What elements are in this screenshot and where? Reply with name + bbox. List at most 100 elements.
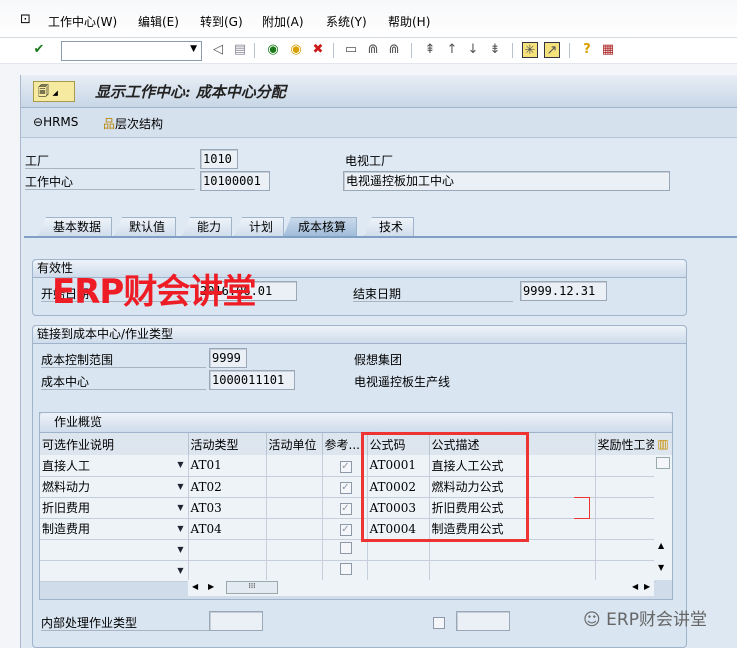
dropdown-icon[interactable]: ▼ xyxy=(177,482,183,491)
activity-type-cell[interactable] xyxy=(188,539,267,561)
dropdown-icon[interactable]: ▼ xyxy=(177,460,183,469)
menu-system[interactable]: 系统(Y) xyxy=(326,13,367,30)
activity-unit-cell[interactable] xyxy=(266,539,323,561)
scroll-right-icon[interactable]: ▶ xyxy=(208,582,214,591)
incentive-wage-cell[interactable] xyxy=(595,539,656,561)
activity-desc-cell[interactable]: 折旧费用 ▼ xyxy=(40,497,189,519)
scroll-up-icon[interactable]: ▲ xyxy=(658,541,664,550)
tab-costing[interactable]: 成本核算 xyxy=(283,217,358,237)
controlling-area-field[interactable]: 9999 xyxy=(209,348,247,368)
reference-checkbox[interactable]: ✓ xyxy=(339,503,352,515)
prev-page-icon[interactable]: ↑ xyxy=(444,42,460,58)
reference-checkbox[interactable]: ✓ xyxy=(339,460,352,473)
activity-unit-cell[interactable] xyxy=(266,560,323,582)
menu-button[interactable]: 🗐 ◢ xyxy=(33,81,75,102)
internal-checkbox[interactable] xyxy=(433,617,445,629)
activity-type-cell[interactable]: AT02 xyxy=(188,476,267,498)
column-config-icon[interactable]: ▥ xyxy=(654,433,672,455)
last-page-icon[interactable]: ⇟ xyxy=(487,42,503,58)
shortcut-icon[interactable]: ↗ xyxy=(544,42,560,58)
tab-technology[interactable]: 技术 xyxy=(364,217,415,237)
activity-unit-cell[interactable] xyxy=(266,476,323,498)
first-page-icon[interactable]: ⇞ xyxy=(422,42,438,58)
incentive-wage-cell[interactable] xyxy=(595,497,656,519)
dropdown-icon[interactable]: ▼ xyxy=(177,503,183,512)
menu-icon[interactable]: ⊡ xyxy=(20,12,31,27)
activity-unit-cell[interactable] xyxy=(266,497,323,519)
incentive-wage-cell[interactable] xyxy=(595,560,656,582)
tab-basic-data[interactable]: 基本数据 xyxy=(38,217,113,237)
dropdown-icon[interactable]: ▼ xyxy=(177,524,183,533)
col-activity-type[interactable]: 活动类型 xyxy=(188,433,267,455)
hierarchy-button[interactable]: 品层次结构 xyxy=(103,115,163,132)
activity-desc-cell[interactable]: 制造费用 ▼ xyxy=(40,518,189,540)
table-header: 可选作业说明 活动类型 活动单位 参考... 公式码 公式描述 奖励性工资 xyxy=(40,433,656,455)
scroll-left-icon[interactable]: ◀ xyxy=(192,582,198,591)
enter-icon[interactable]: ✔ xyxy=(31,42,47,58)
menu-workcenter[interactable]: 工作中心(W) xyxy=(48,13,117,30)
cost-center-field[interactable]: 1000011101 xyxy=(209,370,295,390)
save-icon[interactable]: ▤ xyxy=(232,42,248,58)
dropdown-icon[interactable]: ▼ xyxy=(177,545,183,554)
scroll-right-icon-2[interactable]: ▶ xyxy=(644,582,650,591)
activity-type-cell[interactable]: AT04 xyxy=(188,518,267,540)
scroll-thumb[interactable] xyxy=(656,457,670,469)
layout-icon[interactable]: ▦ xyxy=(600,42,616,58)
menu-extras[interactable]: 附加(A) xyxy=(262,13,304,30)
print-icon[interactable]: ▭ xyxy=(343,42,359,58)
formula-desc-cell[interactable] xyxy=(429,539,596,561)
vertical-scrollbar[interactable]: ▲ ▼ xyxy=(654,455,672,580)
activity-type-cell[interactable]: AT01 xyxy=(188,455,267,477)
col-activity-unit[interactable]: 活动单位 xyxy=(266,433,323,455)
dropdown-icon[interactable]: ▼ xyxy=(177,566,183,575)
internal-activity-field[interactable] xyxy=(209,611,263,631)
formula-code-cell[interactable] xyxy=(367,560,430,582)
chevron-down-icon[interactable]: ▼ xyxy=(190,44,197,54)
incentive-wage-cell[interactable] xyxy=(595,518,656,540)
tab-scheduling[interactable]: 计划 xyxy=(234,217,285,237)
tab-defaults[interactable]: 默认值 xyxy=(114,217,177,237)
tab-capacity[interactable]: 能力 xyxy=(182,217,233,237)
activity-unit-cell[interactable] xyxy=(266,518,323,540)
incentive-wage-cell[interactable] xyxy=(595,455,656,477)
reference-checkbox[interactable] xyxy=(339,542,352,554)
activity-desc-cell[interactable]: 直接人工 ▼ xyxy=(40,455,189,477)
formula-desc-cell[interactable] xyxy=(429,560,596,582)
reference-checkbox[interactable]: ✓ xyxy=(339,482,352,494)
menu-help[interactable]: 帮助(H) xyxy=(388,13,430,30)
incentive-wage-cell[interactable] xyxy=(595,476,656,498)
end-date-field[interactable]: 9999.12.31 xyxy=(520,281,607,301)
activity-type-cell[interactable] xyxy=(188,560,267,582)
activity-desc-cell[interactable]: ▼ xyxy=(40,539,189,561)
activity-desc-cell[interactable]: ▼ xyxy=(40,560,189,582)
formula-code-cell[interactable] xyxy=(367,539,430,561)
plant-field[interactable]: 1010 xyxy=(200,149,238,169)
horizontal-scrollbar[interactable]: ◀ ▶ ⁞⁞⁞ ◀ ▶ xyxy=(188,580,654,596)
col-incentive-wage[interactable]: 奖励性工资 xyxy=(595,433,656,455)
next-page-icon[interactable]: ↓ xyxy=(465,42,481,58)
cancel-icon[interactable]: ✖ xyxy=(310,42,326,58)
workcenter-field[interactable]: 10100001 xyxy=(200,171,270,191)
menu-edit[interactable]: 编辑(E) xyxy=(138,13,179,30)
reference-checkbox[interactable]: ✓ xyxy=(339,524,352,536)
activity-desc-cell[interactable]: 燃料动力 ▼ xyxy=(40,476,189,498)
menu-goto[interactable]: 转到(G) xyxy=(200,13,243,30)
find-icon[interactable]: ⋒ xyxy=(365,42,381,58)
back-icon[interactable]: ◉ xyxy=(265,42,281,58)
exit-icon[interactable]: ◉ xyxy=(288,42,304,58)
internal-value-field[interactable] xyxy=(456,611,510,631)
reference-checkbox[interactable] xyxy=(339,563,352,575)
table-row: 折旧费用 ▼ AT03 ✓ AT0003 折旧费用公式 xyxy=(40,497,656,519)
hrms-button[interactable]: ⊖HRMS xyxy=(33,115,78,129)
col-activity-desc[interactable]: 可选作业说明 xyxy=(40,433,189,455)
collapse-icon[interactable]: ◁ xyxy=(210,42,226,58)
help-icon[interactable]: ? xyxy=(579,42,595,58)
command-field[interactable]: ▼ xyxy=(61,41,202,61)
hscroll-thumb[interactable]: ⁞⁞⁞ xyxy=(226,581,278,594)
find-next-icon[interactable]: ⋒ xyxy=(386,42,402,58)
activity-unit-cell[interactable] xyxy=(266,455,323,477)
activity-type-cell[interactable]: AT03 xyxy=(188,497,267,519)
scroll-left-icon-2[interactable]: ◀ xyxy=(632,582,638,591)
scroll-down-icon[interactable]: ▼ xyxy=(658,563,664,572)
new-session-icon[interactable]: ✳ xyxy=(522,42,538,58)
